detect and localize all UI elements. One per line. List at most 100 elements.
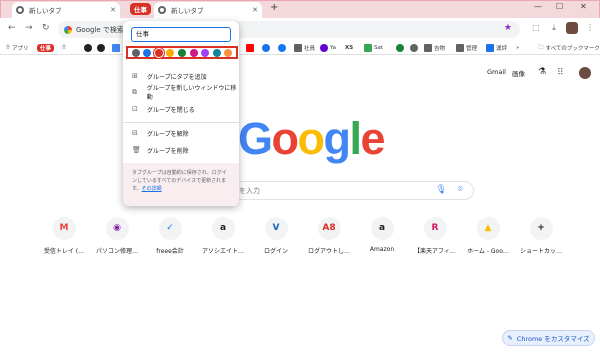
delete-group[interactable]: 🗑 グループを削除 xyxy=(132,145,189,155)
download-icon[interactable]: ⤓ xyxy=(548,22,560,34)
facebook-icon xyxy=(278,44,286,52)
forward-icon[interactable]: → xyxy=(25,23,33,33)
toolbar: ← → ↻ Google で検索する ★ ⬚ ⤓ ⋮ xyxy=(0,18,600,41)
camera-search-icon[interactable]: ⌾ xyxy=(458,185,463,195)
bookmark-6[interactable]: 管理 xyxy=(456,43,477,53)
color-swatch[interactable] xyxy=(201,48,210,57)
profile-icon[interactable] xyxy=(566,22,578,34)
bookmark-site[interactable] xyxy=(112,43,122,53)
color-swatch[interactable] xyxy=(131,48,140,57)
site-icon xyxy=(424,44,432,52)
bookmark-site[interactable] xyxy=(84,43,94,53)
delete-icon: 🗑 xyxy=(132,145,141,154)
gmail-link[interactable]: Gmail xyxy=(487,68,506,76)
bookmark-youtube[interactable] xyxy=(246,43,256,53)
bookmark-label: XS xyxy=(345,45,354,51)
site-icon xyxy=(456,44,464,52)
move-group-new-window[interactable]: ⧉ グループを新しいウィンドウに移動 xyxy=(132,85,239,101)
tab-strip: 新しいタブ ✕ 仕事 新しいタブ ✕ + — ☐ ✕ xyxy=(0,0,600,18)
color-swatch[interactable] xyxy=(154,48,163,57)
move-window-icon: ⧉ xyxy=(132,87,137,96)
color-swatch[interactable] xyxy=(224,48,233,57)
tab-new-1[interactable]: 新しいタブ ✕ xyxy=(12,2,120,18)
bookmark-site[interactable] xyxy=(97,43,107,53)
labs-icon[interactable]: ⚗ xyxy=(538,67,546,77)
bookmark-2[interactable]: Ya xyxy=(320,43,336,53)
pencil-icon: ✎ xyxy=(507,334,513,342)
customize-chrome-button[interactable]: ✎ Chrome をカスタマイズ xyxy=(502,330,595,346)
tab-new-2[interactable]: 新しいタブ ✕ xyxy=(154,2,262,18)
add-tab-to-group[interactable]: ⊞ グループにタブを追加 xyxy=(132,71,207,81)
tab-group-chip[interactable]: 仕事 xyxy=(130,3,151,15)
shortcut-icon: R xyxy=(423,217,447,240)
bookmark-4[interactable]: Sat xyxy=(364,43,383,53)
apps-grid-icon[interactable]: ⠿ xyxy=(557,68,564,78)
bookmark-group-chip[interactable]: 仕事 xyxy=(37,43,55,53)
logo-letter: o xyxy=(271,113,300,164)
menu-icon[interactable]: ⋮ xyxy=(584,22,596,34)
bookmark-grid[interactable]: ⠿ xyxy=(62,43,66,53)
bookmark-site[interactable] xyxy=(396,43,406,53)
bookmark-1[interactable]: 社員 xyxy=(294,43,315,53)
search-box[interactable]: を入力 🎙 ⌾ xyxy=(218,181,474,200)
maximize-icon[interactable]: ☐ xyxy=(556,2,563,11)
group-name-input[interactable]: 仕事 xyxy=(131,27,231,42)
menu-label: グループを解除 xyxy=(147,130,189,138)
color-swatch[interactable] xyxy=(166,48,175,57)
bookmark-facebook[interactable] xyxy=(278,43,288,53)
microphone-icon[interactable]: 🎙 xyxy=(436,185,447,195)
divider xyxy=(123,122,239,123)
bookmarks-bar: ⠿ アプリ 仕事 ⠿ 社員 Ya XS Sat 吉物 管理 運評 » 🗀 すべて… xyxy=(0,41,600,55)
bookmark-site[interactable] xyxy=(262,43,272,53)
search-placeholder: を入力 xyxy=(239,186,260,195)
bookmark-3[interactable]: XS xyxy=(345,43,353,53)
menu-label: グループを削除 xyxy=(147,147,189,155)
learn-more-link[interactable]: その詳細 xyxy=(142,186,162,192)
color-swatch[interactable] xyxy=(212,48,221,57)
shortcut-icon: + xyxy=(529,217,553,240)
site-icon xyxy=(262,44,270,52)
reload-icon[interactable]: ↻ xyxy=(42,23,50,33)
close-icon[interactable]: ✕ xyxy=(110,6,116,14)
window-close-icon[interactable]: ✕ xyxy=(580,2,587,11)
bookmark-site[interactable] xyxy=(410,43,420,53)
shortcut-tile[interactable]: + ショートカッ… xyxy=(510,217,572,255)
shortcut-icon: ✓ xyxy=(158,217,182,240)
images-link[interactable]: 画像 xyxy=(512,68,525,78)
close-icon[interactable]: ✕ xyxy=(252,6,258,14)
globe-icon xyxy=(16,6,24,14)
site-icon xyxy=(84,44,92,52)
ungroup[interactable]: ⊟ グループを解除 xyxy=(132,128,189,138)
minimize-icon[interactable]: — xyxy=(534,2,542,11)
bookmark-5[interactable]: 吉物 xyxy=(424,43,445,53)
add-tab-icon: ⊞ xyxy=(132,71,138,80)
globe-icon xyxy=(158,6,166,14)
extension-icon[interactable]: ⬚ xyxy=(530,22,542,34)
apps-label: アプリ xyxy=(12,46,29,52)
group-footnote: タブグループは自動的に保存され、ログインしているすべてのデバイスで更新されます。… xyxy=(123,163,239,206)
site-icon xyxy=(112,44,120,52)
bookmark-7[interactable]: 運評 xyxy=(486,43,507,53)
logo-letter: G xyxy=(238,113,273,164)
tab-title: 新しいタブ xyxy=(29,7,62,15)
logo-letter: o xyxy=(297,113,326,164)
apps-bookmark[interactable]: ⠿ アプリ xyxy=(6,43,29,53)
color-swatch[interactable] xyxy=(189,48,198,57)
bookmark-star-icon[interactable]: ★ xyxy=(504,23,512,33)
bookmarks-overflow[interactable]: » xyxy=(516,43,519,53)
all-bookmarks[interactable]: 🗀 すべてのブックマーク xyxy=(538,43,600,53)
new-tab-button[interactable]: + xyxy=(270,2,278,13)
site-icon xyxy=(294,44,302,52)
close-group[interactable]: ⊡ グループを閉じる xyxy=(132,104,195,114)
close-group-icon: ⊡ xyxy=(132,104,138,113)
site-icon xyxy=(396,44,404,52)
avatar[interactable] xyxy=(578,66,592,80)
bookmark-label: 社員 xyxy=(304,46,316,52)
tab-title: 新しいタブ xyxy=(171,7,204,15)
site-icon xyxy=(410,44,418,52)
color-swatch[interactable] xyxy=(177,48,186,57)
color-swatch[interactable] xyxy=(143,48,152,57)
bookmark-label: 運評 xyxy=(496,46,508,52)
back-icon[interactable]: ← xyxy=(8,23,16,33)
shortcut-icon: M xyxy=(52,217,76,240)
